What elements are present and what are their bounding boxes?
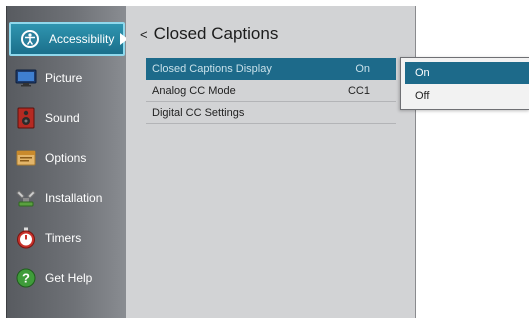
sidebar-item-options[interactable]: Options	[7, 138, 127, 178]
picture-icon	[15, 67, 37, 89]
page-title: < Closed Captions	[140, 24, 278, 44]
sidebar-item-installation[interactable]: Installation	[7, 178, 127, 218]
setting-row-analog-cc-mode[interactable]: Analog CC Mode CC1	[146, 80, 396, 102]
setting-value: On	[355, 62, 370, 75]
option-off[interactable]: Off	[405, 85, 529, 107]
sidebar: Accessibility Picture Sound Options Inst…	[6, 6, 129, 318]
option-label: Off	[415, 90, 430, 102]
options-popup: On Off	[400, 57, 529, 110]
option-label: On	[415, 67, 430, 79]
sidebar-item-sound[interactable]: Sound	[7, 98, 127, 138]
sidebar-item-label: Picture	[45, 71, 83, 85]
timer-icon	[15, 227, 37, 249]
sidebar-item-picture[interactable]: Picture	[7, 58, 127, 98]
speaker-icon	[15, 107, 37, 129]
accessibility-icon	[19, 28, 41, 50]
setting-value: CC1	[347, 84, 370, 97]
sidebar-item-label: Accessibility	[49, 32, 115, 46]
main-panel: < Closed Captions Closed Captions Display…	[126, 6, 416, 318]
setting-row-digital-cc-settings[interactable]: Digital CC Settings	[146, 102, 396, 124]
sidebar-item-label: Options	[45, 151, 87, 165]
back-chevron-icon[interactable]: <	[140, 27, 148, 42]
sidebar-item-label: Sound	[45, 111, 80, 125]
setting-row-closed-captions-display[interactable]: Closed Captions Display On	[146, 58, 396, 80]
sidebar-item-label: Timers	[45, 231, 82, 245]
installation-icon	[15, 187, 37, 209]
sidebar-item-accessibility[interactable]: Accessibility	[9, 22, 129, 56]
setting-label: Analog CC Mode	[152, 84, 236, 97]
help-icon: ?	[15, 267, 37, 289]
setting-label: Closed Captions Display	[152, 62, 272, 75]
option-on[interactable]: On	[405, 62, 529, 84]
sidebar-item-timers[interactable]: Timers	[7, 218, 127, 258]
svg-text:?: ?	[22, 271, 30, 286]
options-icon	[15, 147, 37, 169]
page-title-text: Closed Captions	[153, 24, 279, 43]
setting-label: Digital CC Settings	[152, 106, 245, 119]
sidebar-item-label: Get Help	[45, 271, 93, 285]
sidebar-item-get-help[interactable]: ? Get Help	[7, 258, 127, 298]
sidebar-item-label: Installation	[45, 191, 103, 205]
